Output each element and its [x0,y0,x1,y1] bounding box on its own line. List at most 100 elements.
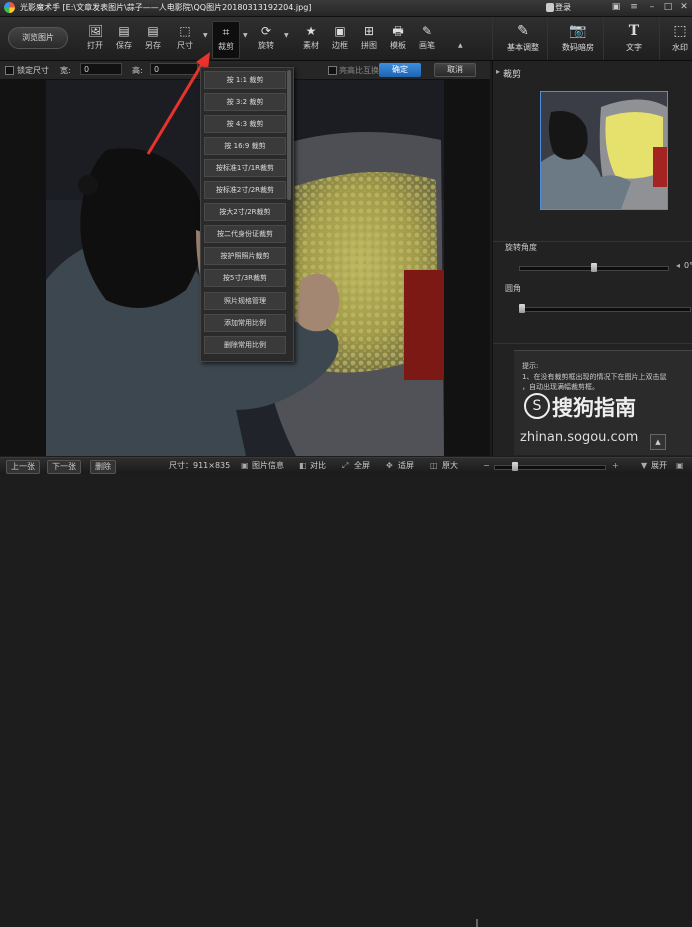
app-logo-icon [4,2,15,13]
scroll-up-icon[interactable]: ▲ [650,434,666,450]
skin-icon[interactable]: ▣ [610,2,622,13]
crop-3-2-option[interactable]: 按 3:2 裁剪 [204,93,286,111]
next-image-button[interactable]: 下一张 [47,460,81,474]
browse-images-button[interactable]: 浏览图片 [8,27,68,49]
watermark-icon: ⬚ [673,23,687,39]
maximize-icon[interactable]: □ [662,2,674,13]
original-size-icon[interactable]: ◫ [430,460,438,472]
collapse-icon[interactable]: ▸ [496,67,500,76]
collage-icon: ⊞ [363,24,375,38]
crop-1inch-option[interactable]: 按标准1寸/1R裁剪 [204,159,286,177]
photo-spec-manage-option[interactable]: 照片规格管理 [204,292,286,310]
crop-dropdown-arrow-icon[interactable]: ▼ [243,32,248,39]
settings-icon[interactable]: ▣ [676,460,684,472]
previous-image-button[interactable]: 上一张 [6,460,40,474]
zoom-out-icon[interactable]: − [483,460,490,472]
dropdown-scrollbar[interactable] [287,70,291,200]
info-icon[interactable]: ▣ [241,460,249,472]
crop-16-9-option[interactable]: 按 16:9 裁剪 [204,137,286,155]
material-button[interactable]: ★ 素材 [298,21,324,57]
image-info-button[interactable]: 图片信息 [252,460,284,472]
resize-icon: ⬚ [179,24,191,38]
user-icon[interactable] [546,3,554,12]
width-label: 宽: [60,66,71,75]
divider [476,919,478,927]
brush-button[interactable]: ✎ 画笔 [414,21,440,57]
fullscreen-icon[interactable]: ⤢ [342,460,348,472]
delete-ratio-option[interactable]: 删除常用比例 [204,336,286,354]
original-size-button[interactable]: 原大 [442,460,458,472]
fit-screen-icon[interactable]: ✥ [386,460,393,472]
rotate-dropdown-arrow-icon[interactable]: ▼ [284,32,289,39]
title-bar: 光影魔术手 [E:\文章发表图片\蒜子——人电影院\QQ图片2018031319… [0,0,692,17]
resize-dropdown-arrow-icon[interactable]: ▼ [203,32,208,39]
compare-icon[interactable]: ◧ [299,460,307,472]
tab-watermark[interactable]: ⬚ 水印 [659,17,692,60]
rotate-angle-knob[interactable] [591,263,597,272]
crop-large-2inch-option[interactable]: 按大2寸/2R裁剪 [204,203,286,221]
zoom-knob[interactable] [512,462,518,471]
lock-ratio-checkbox[interactable] [5,66,14,75]
crop-passport-option[interactable]: 按护照照片裁剪 [204,247,286,265]
collage-button[interactable]: ⊞ 拼图 [356,21,382,57]
rotate-angle-value: 0° [684,261,692,270]
more-tools-icon[interactable]: ▲ [458,42,463,49]
delete-image-button[interactable]: 删除 [90,460,116,474]
crop-id-card-option[interactable]: 按二代身份证裁剪 [204,225,286,243]
adjust-icon: ✎ [517,23,529,39]
watermark-text: 搜狗指南 [552,396,636,420]
corner-label: 圆角 [505,284,521,293]
zoom-in-icon[interactable]: + [612,460,619,472]
confirm-button[interactable]: 确定 [379,63,421,77]
tip-title: 提示: [522,362,539,370]
status-bar: 上一张 下一张 删除 尺寸：911×835 ▣ 图片信息 ◧ 对比 ⤢ 全屏 ✥… [0,457,692,927]
menu-icon[interactable]: ≡ [628,2,640,13]
crop-4-3-option[interactable]: 按 4:3 裁剪 [204,115,286,133]
compare-button[interactable]: 对比 [310,460,326,472]
star-icon: ★ [305,24,317,38]
expand-button[interactable]: 展开 [651,460,667,472]
login-link[interactable]: 登录 [555,2,571,13]
save-as-icon: ▤ [147,24,159,38]
crop-5inch-option[interactable]: 按5寸/3R裁剪 [204,269,286,287]
tab-basic-adjust[interactable]: ✎ 基本调整 [492,17,553,60]
crop-dropdown-menu: 按 1:1 裁剪 按 3:2 裁剪 按 4:3 裁剪 按 16:9 裁剪 按标准… [200,67,294,362]
watermark-url: zhinan.sogou.com [520,430,639,445]
border-button[interactable]: ▣ 边框 [327,21,353,57]
save-icon: ▤ [118,24,130,38]
camera-icon: 📷 [569,23,587,39]
crop-preview-thumbnail[interactable] [540,91,668,210]
brush-icon: ✎ [421,24,433,38]
swap-ratio-checkbox[interactable] [328,66,337,75]
rotate-icon: ⟳ [260,24,272,38]
crop-icon: ⌗ [222,25,230,39]
main-toolbar: 浏览图片 🖼 打开 ▤ 保存 ▤ 另存 ⬚ 尺寸 ▼ ⌗ 裁剪 ▼ ⟳ 旋转 ▼ ★ 素材 ▣… [0,17,692,61]
zoom-slider[interactable] [494,465,606,470]
width-input[interactable]: 0 [80,63,122,75]
sogou-watermark-icon: S [524,393,550,419]
thumbnail-illustration [541,92,667,209]
tab-text[interactable]: T 文字 [603,17,664,60]
window-title: 光影魔术手 [E:\文章发表图片\蒜子——人电影院\QQ图片2018031319… [20,3,312,12]
corner-knob[interactable] [519,304,525,313]
template-button[interactable]: 🖶 模板 [385,21,411,57]
fit-screen-button[interactable]: 适屏 [398,460,414,472]
image-size-readout: 尺寸：911×835 [169,461,231,470]
crop-2inch-option[interactable]: 按标准2寸/2R裁剪 [204,181,286,199]
cancel-button[interactable]: 取消 [434,63,476,77]
tab-darkroom[interactable]: 📷 数码暗房 [547,17,608,60]
close-icon[interactable]: ✕ [678,2,690,13]
add-ratio-option[interactable]: 添加常用比例 [204,314,286,332]
fullscreen-button[interactable]: 全屏 [354,460,370,472]
border-icon: ▣ [334,24,346,38]
minimize-icon[interactable]: – [646,2,658,13]
divider [493,343,692,344]
corner-slider[interactable] [519,307,691,312]
save-button[interactable]: ▤ 保存 [111,21,137,57]
open-button[interactable]: 🖼 打开 [82,21,108,57]
expand-arrow-icon[interactable]: ▼ [641,460,647,472]
crop-1-1-option[interactable]: 按 1:1 裁剪 [204,71,286,89]
rotate-button[interactable]: ⟳ 旋转 [253,21,279,57]
swap-ratio-label: 亮高比互换 [339,66,379,75]
text-icon: T [628,23,640,39]
